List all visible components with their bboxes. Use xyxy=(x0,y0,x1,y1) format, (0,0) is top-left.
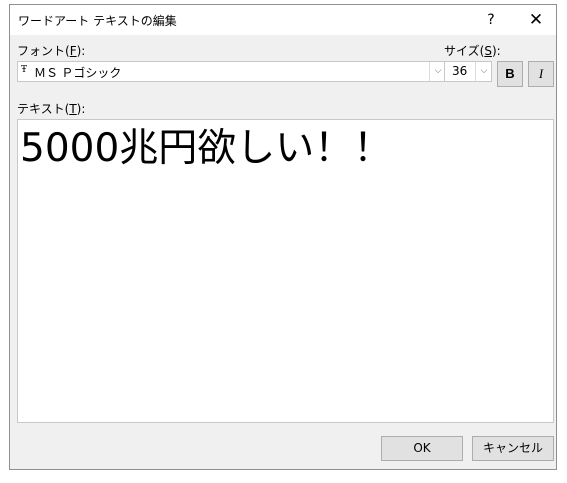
title-bar: ワードアート テキストの編集 ? ✕ xyxy=(10,5,556,35)
wordart-edit-dialog: ワードアート テキストの編集 ? ✕ フォント(F): サイズ(S): Ŧ ＭＳ… xyxy=(9,4,557,470)
ok-button[interactable]: OK xyxy=(381,436,463,461)
font-label: フォント(F): xyxy=(17,44,86,58)
size-value: 36 xyxy=(452,64,468,78)
text-content: 5000兆円欲しい！！ xyxy=(20,126,393,171)
close-button[interactable]: ✕ xyxy=(513,5,559,35)
truetype-font-icon: Ŧ xyxy=(21,65,27,75)
italic-button[interactable]: I xyxy=(528,61,554,87)
help-button[interactable]: ? xyxy=(468,5,514,35)
close-icon: ✕ xyxy=(528,10,544,30)
cancel-button[interactable]: キャンセル xyxy=(472,436,554,461)
text-label: テキスト(T): xyxy=(17,102,86,116)
dialog-title: ワードアート テキストの編集 xyxy=(18,14,177,28)
size-select[interactable]: 36 ⌵ xyxy=(444,61,492,82)
text-input[interactable]: 5000兆円欲しい！！ xyxy=(17,119,554,423)
size-label: サイズ(S): xyxy=(444,44,501,58)
font-select[interactable]: Ŧ ＭＳ Ｐゴシック ⌵ xyxy=(17,61,446,82)
chevron-down-icon[interactable]: ⌵ xyxy=(475,62,492,81)
font-value: ＭＳ Ｐゴシック xyxy=(34,66,122,80)
bold-button[interactable]: B xyxy=(497,61,523,87)
